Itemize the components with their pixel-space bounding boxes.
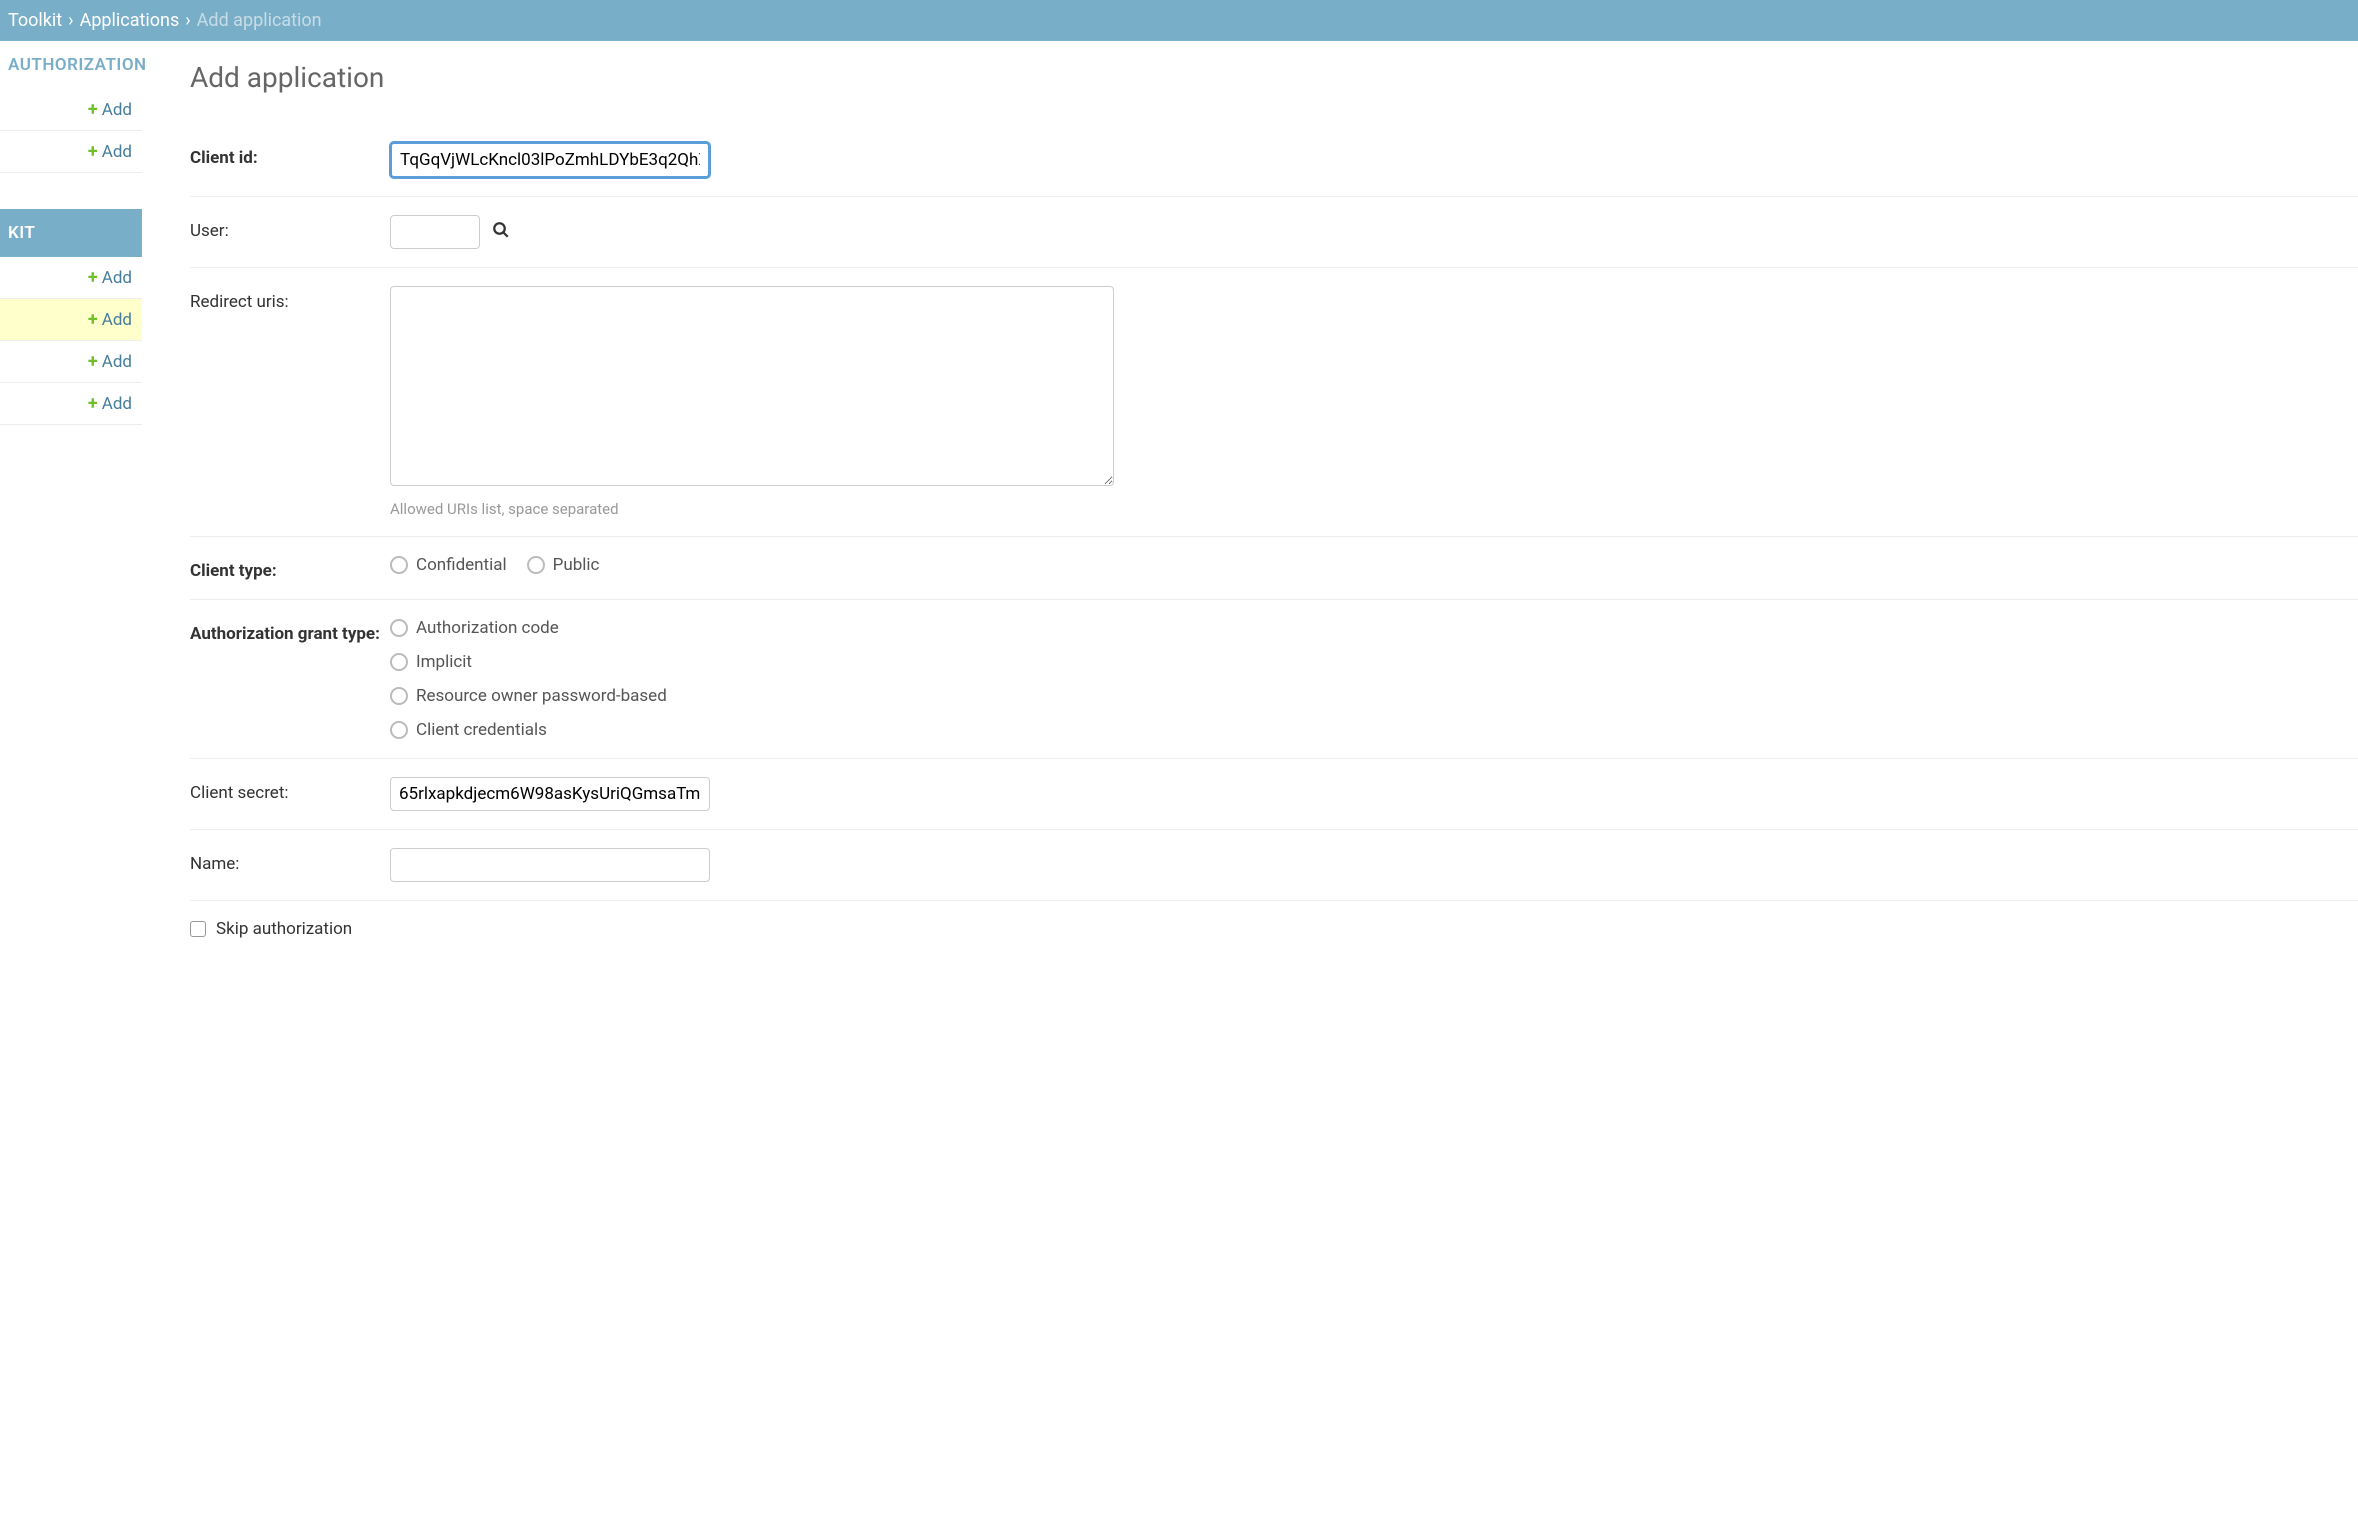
breadcrumb: Toolkit › Applications › Add application: [0, 0, 2358, 41]
form-row-name: Name:: [190, 830, 2358, 901]
client-secret-input[interactable]: [390, 777, 710, 811]
skip-authorization-checkbox[interactable]: [190, 921, 206, 937]
user-input[interactable]: [390, 215, 480, 249]
form-row-user: User:: [190, 197, 2358, 268]
plus-icon: +: [88, 141, 98, 162]
add-link[interactable]: + Add: [88, 309, 132, 330]
redirect-uris-textarea[interactable]: [390, 286, 1114, 486]
name-input[interactable]: [390, 848, 710, 882]
skip-authorization-label: Skip authorization: [216, 919, 352, 939]
radio-label: Implicit: [416, 652, 472, 672]
sidebar-row-highlighted: + Add: [0, 299, 142, 341]
client-secret-label: Client secret:: [190, 777, 390, 803]
redirect-uris-help: Allowed URIs list, space separated: [390, 500, 2358, 518]
page-title: Add application: [190, 61, 2358, 94]
main-content: Add application Client id: User: Redirec…: [142, 41, 2358, 997]
radio-icon: [390, 721, 408, 739]
radio-icon: [390, 653, 408, 671]
sidebar-row: + Add: [0, 131, 142, 173]
client-type-label: Client type:: [190, 555, 390, 581]
form-row-redirect-uris: Redirect uris: Allowed URIs list, space …: [190, 268, 2358, 537]
add-label: Add: [102, 394, 132, 414]
breadcrumb-applications-link[interactable]: Applications: [80, 10, 180, 31]
add-link[interactable]: + Add: [88, 99, 132, 120]
sidebar-row: + Add: [0, 257, 142, 299]
sidebar-header-authorization: AUTHORIZATION: [0, 41, 142, 89]
plus-icon: +: [88, 267, 98, 288]
breadcrumb-toolkit-link[interactable]: Toolkit: [8, 10, 62, 31]
breadcrumb-separator: ›: [68, 10, 73, 31]
add-label: Add: [102, 352, 132, 372]
form-row-grant-type: Authorization grant type: Authorization …: [190, 600, 2358, 759]
sidebar-row: + Add: [0, 383, 142, 425]
sidebar: AUTHORIZATION + Add + Add KIT + Add + Ad…: [0, 41, 142, 997]
user-label: User:: [190, 215, 390, 241]
plus-icon: +: [88, 393, 98, 414]
radio-icon: [390, 619, 408, 637]
grant-type-client-credentials[interactable]: Client credentials: [390, 720, 2358, 740]
redirect-uris-label: Redirect uris:: [190, 286, 390, 312]
search-icon[interactable]: [492, 221, 510, 244]
name-label: Name:: [190, 848, 390, 874]
radio-icon: [390, 556, 408, 574]
breadcrumb-separator: ›: [185, 10, 190, 31]
radio-label: Client credentials: [416, 720, 547, 740]
add-link[interactable]: + Add: [88, 141, 132, 162]
add-link[interactable]: + Add: [88, 393, 132, 414]
form-row-client-secret: Client secret:: [190, 759, 2358, 830]
form-row-skip-authorization: Skip authorization: [190, 901, 2358, 957]
plus-icon: +: [88, 351, 98, 372]
client-id-input[interactable]: [390, 142, 710, 178]
form-row-client-id: Client id:: [190, 124, 2358, 197]
client-type-public[interactable]: Public: [527, 555, 600, 575]
sidebar-header-kit: KIT: [0, 209, 142, 257]
add-label: Add: [102, 310, 132, 330]
client-id-label: Client id:: [190, 142, 390, 168]
plus-icon: +: [88, 309, 98, 330]
add-link[interactable]: + Add: [88, 267, 132, 288]
sidebar-row: + Add: [0, 89, 142, 131]
add-link[interactable]: + Add: [88, 351, 132, 372]
sidebar-row: + Add: [0, 341, 142, 383]
radio-label: Public: [553, 555, 600, 575]
radio-icon: [527, 556, 545, 574]
radio-label: Resource owner password-based: [416, 686, 667, 706]
form-row-client-type: Client type: Confidential Public: [190, 537, 2358, 600]
grant-type-label: Authorization grant type:: [190, 618, 390, 644]
client-type-confidential[interactable]: Confidential: [390, 555, 507, 575]
add-label: Add: [102, 268, 132, 288]
radio-label: Authorization code: [416, 618, 559, 638]
grant-type-implicit[interactable]: Implicit: [390, 652, 2358, 672]
plus-icon: +: [88, 99, 98, 120]
add-label: Add: [102, 142, 132, 162]
radio-label: Confidential: [416, 555, 507, 575]
add-label: Add: [102, 100, 132, 120]
grant-type-authorization-code[interactable]: Authorization code: [390, 618, 2358, 638]
breadcrumb-current: Add application: [197, 10, 322, 31]
radio-icon: [390, 687, 408, 705]
grant-type-password[interactable]: Resource owner password-based: [390, 686, 2358, 706]
